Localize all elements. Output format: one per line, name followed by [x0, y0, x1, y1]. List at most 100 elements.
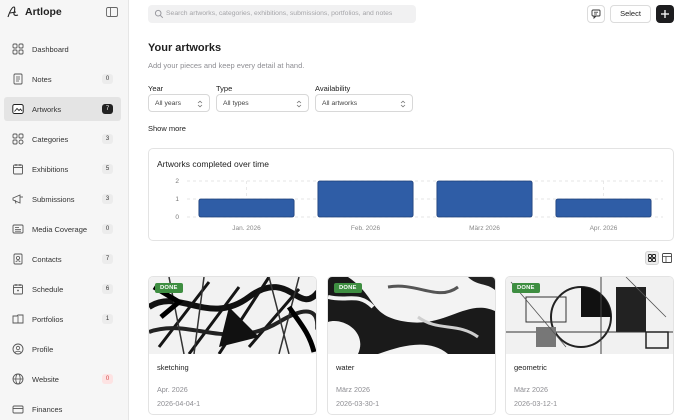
- chevron-updown-icon: [197, 100, 203, 108]
- availability-filter-label: Availability: [315, 84, 351, 93]
- sidebar-item-exhibitions[interactable]: Exhibitions 5: [4, 157, 121, 181]
- count-badge: 3: [102, 134, 113, 144]
- table-view-icon: [662, 253, 672, 263]
- y-tick-label: 0: [175, 214, 179, 221]
- status-badge: DONE: [512, 283, 540, 293]
- sidebar-item-label: Contacts: [32, 255, 62, 264]
- type-filter-label: Type: [216, 84, 233, 93]
- submissions-icon: [12, 194, 23, 204]
- profile-icon: [12, 343, 24, 355]
- dashboard-icon: [12, 43, 24, 55]
- sidebar-item-portfolios[interactable]: Portfolios 1: [4, 307, 121, 331]
- media-coverage-icon: [12, 224, 24, 234]
- status-badge: DONE: [334, 283, 362, 293]
- schedule-icon: [13, 284, 23, 295]
- artwork-card[interactable]: DONE water März 2026 2026-03-30-1: [327, 276, 496, 415]
- chart-bar[interactable]: [198, 198, 295, 218]
- sidebar-toggle-icon[interactable]: [106, 7, 118, 17]
- sidebar-item-notes[interactable]: Notes 0: [4, 67, 121, 91]
- select-button[interactable]: Select: [610, 5, 651, 23]
- finances-icon: [12, 405, 24, 414]
- show-more-link[interactable]: Show more: [148, 124, 186, 133]
- sidebar-item-label: Submissions: [32, 195, 75, 204]
- sidebar-item-artworks[interactable]: Artworks 7: [4, 97, 121, 121]
- chevron-updown-icon: [400, 100, 406, 108]
- availability-filter-value: All artworks: [322, 100, 358, 107]
- portfolios-icon: [12, 314, 24, 324]
- sidebar-item-label: Exhibitions: [32, 165, 69, 174]
- artwork-title: sketching: [157, 363, 189, 372]
- artwork-month: März 2026: [336, 385, 370, 394]
- y-tick-label: 2: [175, 178, 179, 185]
- sidebar-item-label: Categories: [32, 135, 69, 144]
- artworks-icon: [12, 104, 24, 114]
- sidebar-item-label: Portfolios: [32, 315, 64, 324]
- sidebar-item-website[interactable]: Website 0: [4, 367, 121, 391]
- artlope-logo-icon: [7, 6, 19, 18]
- x-tick-label: Jan. 2026: [232, 225, 261, 232]
- count-badge: 6: [102, 284, 113, 294]
- notes-icon: [13, 73, 23, 85]
- chart-bar[interactable]: [555, 198, 652, 218]
- search-icon: [154, 9, 164, 19]
- page-subtitle: Add your pieces and keep every detail at…: [148, 61, 305, 70]
- page-title: Your artworks: [148, 42, 222, 54]
- count-badge: 0: [102, 374, 113, 384]
- count-badge: 0: [102, 74, 113, 84]
- sidebar-item-schedule[interactable]: Schedule 6: [4, 277, 121, 301]
- artwork-id: 2026-03-12-1: [514, 399, 558, 408]
- artwork-title: geometric: [514, 363, 547, 372]
- count-badge: 0: [102, 224, 113, 234]
- x-tick-label: Apr. 2026: [590, 225, 618, 232]
- add-artwork-button[interactable]: [656, 5, 674, 23]
- categories-icon: [12, 133, 24, 145]
- artwork-card[interactable]: DONE geometric März 2026 2026-03-12-1: [505, 276, 674, 415]
- website-icon: [12, 373, 24, 385]
- artwork-id: 2026-04-04-1: [157, 399, 201, 408]
- chart-card: Artworks completed over time 0 1 2 Jan. 202…: [148, 148, 674, 241]
- sidebar-item-finances[interactable]: Finances: [4, 397, 121, 420]
- count-badge: 3: [102, 194, 113, 204]
- sidebar-item-label: Finances: [32, 405, 63, 414]
- sidebar-item-profile[interactable]: Profile: [4, 337, 121, 361]
- sidebar-item-media-coverage[interactable]: Media Coverage 0: [4, 217, 121, 241]
- sidebar-item-categories[interactable]: Categories 3: [4, 127, 121, 151]
- artwork-title: water: [336, 363, 355, 372]
- sidebar-item-label: Schedule: [32, 285, 64, 294]
- artwork-card[interactable]: DONE sketching Apr. 2026 2026-04-04-1: [148, 276, 317, 415]
- artworks-bar-chart: 0 1 2 Jan. 2026 Feb. 2026 März 2026 Apr. 2026: [175, 178, 663, 232]
- status-badge: DONE: [155, 283, 183, 293]
- feedback-button[interactable]: [587, 5, 605, 23]
- sidebar-item-contacts[interactable]: Contacts 7: [4, 247, 121, 271]
- year-filter-value: All years: [155, 100, 182, 107]
- type-filter-value: All types: [223, 100, 249, 107]
- sidebar-item-label: Website: [32, 375, 59, 384]
- sidebar-item-label: Artworks: [32, 105, 62, 114]
- chart-bar[interactable]: [317, 180, 414, 218]
- sidebar-item-label: Media Coverage: [32, 225, 88, 234]
- grid-view-icon: [648, 254, 656, 262]
- count-badge: 5: [102, 164, 113, 174]
- chart-bar[interactable]: [436, 180, 533, 218]
- artwork-month: März 2026: [514, 385, 548, 394]
- sidebar-item-dashboard[interactable]: Dashboard: [4, 37, 121, 61]
- x-tick-label: Feb. 2026: [351, 225, 381, 232]
- contacts-icon: [13, 253, 23, 265]
- plus-icon: [661, 10, 669, 18]
- x-tick-label: März 2026: [469, 225, 500, 232]
- grid-view-button[interactable]: [645, 251, 659, 265]
- brand[interactable]: Artlope: [6, 5, 62, 19]
- sidebar-item-submissions[interactable]: Submissions 3: [4, 187, 121, 211]
- year-filter-select[interactable]: All years: [148, 94, 210, 112]
- count-badge: 7: [102, 254, 113, 264]
- search-input[interactable]: Search artworks, categories, exhibitions…: [148, 5, 416, 23]
- sidebar-item-label: Notes: [32, 75, 52, 84]
- sidebar-item-label: Dashboard: [32, 45, 69, 54]
- type-filter-select[interactable]: All types: [216, 94, 309, 112]
- table-view-button[interactable]: [660, 251, 674, 265]
- availability-filter-select[interactable]: All artworks: [315, 94, 413, 112]
- y-tick-label: 1: [175, 196, 179, 203]
- sidebar-item-label: Profile: [32, 345, 54, 354]
- artwork-id: 2026-03-30-1: [336, 399, 380, 408]
- app-name: Artlope: [25, 6, 62, 18]
